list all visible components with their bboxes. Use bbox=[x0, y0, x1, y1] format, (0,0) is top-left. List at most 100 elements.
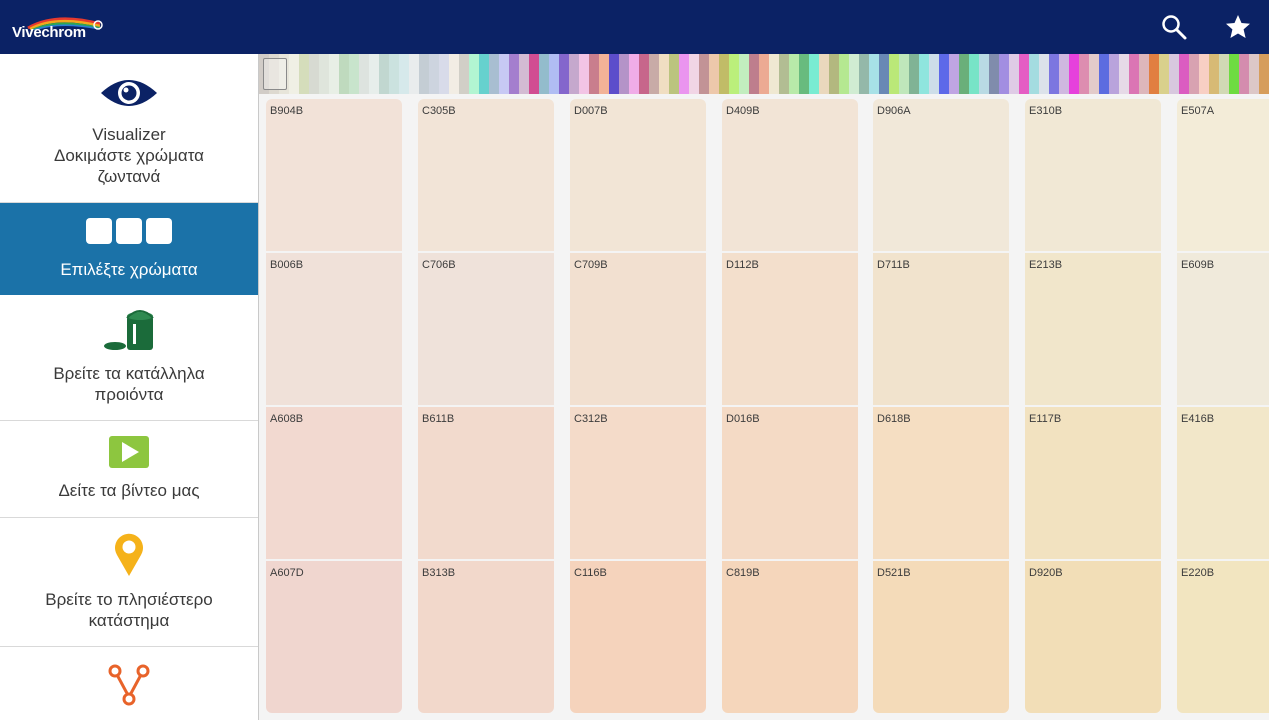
palette-stripe bbox=[889, 54, 899, 94]
search-icon[interactable] bbox=[1160, 13, 1188, 41]
color-swatch[interactable]: D007B bbox=[570, 99, 706, 251]
swatch-code: B904B bbox=[270, 105, 304, 117]
palette-stripe bbox=[1019, 54, 1029, 94]
swatch-code: B313B bbox=[422, 567, 456, 579]
color-swatch[interactable]: C819B bbox=[722, 561, 858, 713]
palette-stripe bbox=[509, 54, 519, 94]
swatch-code: D618B bbox=[877, 413, 911, 425]
swatch-code: E117B bbox=[1029, 413, 1062, 425]
swatch-code: A607D bbox=[270, 567, 304, 579]
palette-stripe bbox=[289, 54, 299, 94]
color-swatch[interactable]: E310B bbox=[1025, 99, 1161, 251]
palette-stripe bbox=[409, 54, 419, 94]
palette-stripe bbox=[519, 54, 529, 94]
color-browser: B904B B006B A608B A607D C305B C706B B611B B313B… bbox=[259, 54, 1269, 720]
palette-stripe bbox=[709, 54, 719, 94]
palette-slider-handle[interactable] bbox=[263, 58, 287, 90]
color-swatch[interactable]: B611B bbox=[418, 407, 554, 559]
palette-stripe bbox=[1069, 54, 1079, 94]
sidebar-item-store[interactable]: Βρείτε το πλησιέστερο κατάστημα bbox=[0, 518, 258, 647]
color-swatch[interactable]: E609B bbox=[1177, 253, 1269, 405]
sidebar-item-label: Βρείτε το πλησιέστερο bbox=[45, 590, 213, 609]
palette-stripe bbox=[1169, 54, 1179, 94]
swatch-code: E507A bbox=[1181, 105, 1215, 117]
star-icon[interactable] bbox=[1224, 13, 1252, 41]
palette-stripe bbox=[899, 54, 909, 94]
palette-stripe bbox=[769, 54, 779, 94]
paint-can-icon bbox=[104, 310, 154, 350]
sidebar: Visualizer Δοκιμάστε χρώματα ζωντανά Επι… bbox=[0, 54, 258, 720]
sidebar-item-share[interactable] bbox=[0, 647, 258, 720]
color-swatch[interactable]: E117B bbox=[1025, 407, 1161, 559]
palette-stripe bbox=[779, 54, 789, 94]
palette-stripe bbox=[1239, 54, 1249, 94]
palette-stripe bbox=[1099, 54, 1109, 94]
color-swatch[interactable]: D618B bbox=[873, 407, 1009, 559]
sidebar-item-choose-colors[interactable]: Επιλέξτε χρώματα bbox=[0, 203, 258, 295]
swatch-code: C116B bbox=[574, 567, 607, 579]
vivechrom-logo[interactable]: Vivechrom bbox=[12, 14, 103, 44]
color-swatch[interactable]: D920B bbox=[1025, 561, 1161, 713]
palette-stripe bbox=[1119, 54, 1129, 94]
palette-stripe bbox=[919, 54, 929, 94]
palette-stripe bbox=[439, 54, 449, 94]
color-swatch[interactable]: D906A bbox=[873, 99, 1009, 251]
palette-stripe bbox=[599, 54, 609, 94]
palette-stripe bbox=[999, 54, 1009, 94]
color-swatch[interactable]: A607D bbox=[266, 561, 402, 713]
swatch-code: D906A bbox=[877, 105, 911, 117]
sidebar-item-label: Βρείτε τα κατάλληλα bbox=[53, 364, 205, 383]
sidebar-item-label: προιόντα bbox=[94, 385, 164, 404]
color-swatch[interactable]: C709B bbox=[570, 253, 706, 405]
sidebar-item-videos[interactable]: Δείτε τα βίντεο μας bbox=[0, 421, 258, 518]
color-swatch[interactable]: E220B bbox=[1177, 561, 1269, 713]
color-swatch[interactable]: B313B bbox=[418, 561, 554, 713]
palette-stripe bbox=[839, 54, 849, 94]
palette-stripe bbox=[969, 54, 979, 94]
palette-stripe bbox=[1039, 54, 1049, 94]
color-swatch[interactable]: C305B bbox=[418, 99, 554, 251]
sidebar-item-products[interactable]: Βρείτε τα κατάλληλα προιόντα bbox=[0, 295, 258, 421]
swatch-code: B006B bbox=[270, 259, 304, 271]
color-swatch[interactable]: C706B bbox=[418, 253, 554, 405]
palette-stripe bbox=[859, 54, 869, 94]
palette-stripe bbox=[789, 54, 799, 94]
color-swatch[interactable]: C116B bbox=[570, 561, 706, 713]
palette-stripe bbox=[619, 54, 629, 94]
swatch-code: E310B bbox=[1029, 105, 1063, 117]
palette-stripe bbox=[879, 54, 889, 94]
palette-stripe bbox=[949, 54, 959, 94]
color-swatch[interactable]: D112B bbox=[722, 253, 858, 405]
color-swatch[interactable]: A608B bbox=[266, 407, 402, 559]
swatch-code: C312B bbox=[574, 413, 608, 425]
sidebar-item-visualizer[interactable]: Visualizer Δοκιμάστε χρώματα ζωντανά bbox=[0, 54, 258, 203]
color-swatch[interactable]: B006B bbox=[266, 253, 402, 405]
color-swatch[interactable]: E416B bbox=[1177, 407, 1269, 559]
palette-stripe bbox=[1109, 54, 1119, 94]
color-swatch[interactable]: C312B bbox=[570, 407, 706, 559]
palette-stripe bbox=[549, 54, 559, 94]
color-swatch[interactable]: D521B bbox=[873, 561, 1009, 713]
palette-stripe bbox=[429, 54, 439, 94]
swatch-code: E220B bbox=[1181, 567, 1215, 579]
palette-stripe bbox=[1209, 54, 1219, 94]
sidebar-item-label: ζωντανά bbox=[97, 167, 161, 186]
color-palette-slider[interactable] bbox=[259, 54, 1269, 94]
color-swatch[interactable]: D711B bbox=[873, 253, 1009, 405]
palette-stripe bbox=[479, 54, 489, 94]
palette-stripe bbox=[459, 54, 469, 94]
play-icon bbox=[109, 436, 149, 468]
palette-stripe bbox=[529, 54, 539, 94]
color-swatch[interactable]: D409B bbox=[722, 99, 858, 251]
swatch-code: C709B bbox=[574, 259, 608, 271]
palette-stripe bbox=[449, 54, 459, 94]
swatch-code: E609B bbox=[1181, 259, 1215, 271]
color-swatch[interactable]: E507A bbox=[1177, 99, 1269, 251]
palette-stripe bbox=[1079, 54, 1089, 94]
color-swatch[interactable]: E213B bbox=[1025, 253, 1161, 405]
palette-stripe bbox=[649, 54, 659, 94]
color-swatch[interactable]: D016B bbox=[722, 407, 858, 559]
color-swatch[interactable]: B904B bbox=[266, 99, 402, 251]
sidebar-item-label: Δείτε τα βίντεο μας bbox=[58, 481, 200, 500]
app-header: Vivechrom bbox=[0, 0, 1269, 54]
